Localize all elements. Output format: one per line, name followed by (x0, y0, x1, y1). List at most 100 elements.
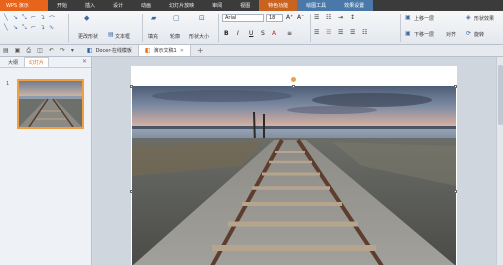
shape-gallery[interactable]: ╲ ↘ ⤡ ⌐ ↴ ⌒ ╲ ↘ ⤡ ⌐ ↴ ∿ (4, 14, 66, 40)
menu-home[interactable]: 开始 (48, 0, 76, 11)
redo-icon[interactable]: ↷ (57, 47, 68, 54)
app-menu-button[interactable]: WPS 演示 (0, 0, 48, 11)
preview-icon[interactable]: ◫ (34, 47, 46, 54)
customize-icon[interactable]: ▾ (68, 47, 77, 54)
outline-icon[interactable]: ▢ (173, 14, 180, 22)
menu-slideshow[interactable]: 幻灯片放映 (160, 0, 203, 11)
slide-thumbnail[interactable] (17, 79, 84, 129)
bold-icon[interactable]: B (224, 30, 229, 37)
shape-size-button[interactable]: 形状大小 (189, 33, 209, 40)
selection-handle[interactable] (130, 190, 133, 193)
textbox-button[interactable]: 文本框 (115, 33, 130, 40)
outline-button[interactable]: 轮廓 (170, 33, 180, 40)
slide-canvas[interactable] (130, 66, 457, 265)
rotate-button[interactable]: 旋转 (474, 31, 484, 38)
menu-design[interactable]: 设计 (104, 0, 132, 11)
new-tab-icon[interactable]: + (191, 46, 210, 55)
menu-insert[interactable]: 插入 (76, 0, 104, 11)
curve-shape-icon[interactable]: ⌒ (49, 14, 55, 23)
grow-font-icon[interactable]: A⁺ (286, 14, 293, 21)
menu-effects[interactable]: 效果设置 (335, 0, 374, 11)
arrow2-shape-icon[interactable]: ↘ (13, 24, 18, 31)
font-size-select[interactable]: 18 (266, 14, 283, 22)
line2-shape-icon[interactable]: ╲ (4, 24, 8, 31)
document-tab-bar: ▤ ▣ ⎙ ◫ ↶ ↷ ▾ ◧ Docer-在线模板 ◧ 演示文稿1 ✕ + (0, 45, 503, 57)
tab-outline[interactable]: 大纲 (4, 57, 22, 67)
font-color-icon[interactable]: A (272, 30, 276, 37)
shrink-font-icon[interactable]: A⁻ (297, 14, 304, 21)
connector-shape-icon[interactable]: ⌐ (31, 14, 36, 21)
underline-icon[interactable]: U (249, 30, 253, 37)
send-backward-button[interactable]: 下移一层 (414, 31, 434, 38)
ribbon-divider (400, 14, 401, 42)
numbering-icon[interactable]: ☷ (326, 14, 331, 21)
tab-label: Docer-在线模板 (95, 48, 132, 54)
railway-photo[interactable] (132, 86, 456, 265)
line-spacing-icon[interactable]: ↕ (350, 14, 355, 21)
scroll-thumb[interactable] (498, 65, 503, 125)
shadow-icon[interactable]: S (261, 30, 265, 37)
selection-handle[interactable] (454, 190, 457, 193)
bring-forward-icon: ▣ (405, 14, 411, 21)
menu-view[interactable]: 视图 (231, 0, 259, 11)
menu-bar: WPS 演示 开始 插入 设计 动画 幻灯片放映 审阅 视图 特色功能 绘图工具… (0, 0, 503, 11)
tab-docer-templates[interactable]: ◧ Docer-在线模板 (81, 45, 139, 56)
menu-animation[interactable]: 动画 (132, 0, 160, 11)
app-window: WPS 演示 开始 插入 设计 动画 幻灯片放映 审阅 视图 特色功能 绘图工具… (0, 0, 503, 265)
align-right-icon[interactable]: ☰ (338, 29, 343, 36)
send-backward-icon: ▣ (405, 30, 411, 37)
open-folder-icon[interactable]: ▤ (0, 47, 12, 54)
docer-icon: ◧ (86, 47, 93, 54)
close-icon[interactable]: ✕ (82, 58, 87, 65)
bullets-icon[interactable]: ☰ (314, 14, 319, 21)
fill-icon[interactable]: ▰ (151, 14, 156, 22)
edit-shape-icon[interactable]: ◆ (84, 14, 89, 22)
ribbon-divider (310, 14, 311, 42)
italic-icon[interactable]: I (237, 30, 239, 37)
indent-icon[interactable]: ⇥ (338, 14, 343, 21)
ribbon-divider (218, 14, 219, 42)
slide-editor (93, 57, 503, 265)
slide-panel: 大纲 幻灯片 ✕ 1 (0, 57, 92, 265)
menu-drawing-tools[interactable]: 绘图工具 (297, 0, 336, 11)
menu-review[interactable]: 审阅 (203, 0, 231, 11)
distribute-icon[interactable]: ☷ (362, 29, 367, 36)
char-spacing-icon[interactable]: ≡ (287, 30, 292, 37)
rotation-handle[interactable] (291, 77, 296, 82)
save-icon[interactable]: ▣ (12, 47, 24, 54)
shape-size-icon[interactable]: ⊡ (199, 14, 205, 22)
align-center-icon[interactable]: ☰ (326, 29, 331, 36)
tab-presentation[interactable]: ◧ 演示文稿1 ✕ (138, 45, 191, 56)
vertical-scrollbar[interactable] (496, 57, 503, 265)
tab-slides[interactable]: 幻灯片 (24, 57, 50, 67)
bring-forward-button[interactable]: 上移一层 (414, 15, 434, 22)
selection-handle[interactable] (292, 85, 295, 88)
connector2-shape-icon[interactable]: ⌐ (31, 24, 36, 31)
justify-icon[interactable]: ☰ (350, 29, 355, 36)
arrow-shape-icon[interactable]: ↘ (13, 14, 18, 21)
slide-number: 1 (6, 81, 10, 87)
photo-railway-image (132, 86, 456, 265)
freeform-shape-icon[interactable]: ∿ (49, 24, 54, 31)
menu-special-features[interactable]: 特色功能 (259, 0, 298, 11)
selection-handle[interactable] (130, 85, 133, 88)
change-shape-button[interactable]: 更改形状 (78, 33, 98, 40)
elbow2-shape-icon[interactable]: ↴ (40, 24, 45, 31)
font-name-select[interactable]: Arial (222, 14, 264, 22)
ribbon-divider (68, 14, 69, 42)
tab-label: 演示文稿1 (153, 48, 177, 54)
align-left-icon[interactable]: ☰ (314, 29, 319, 36)
shape-effect-button[interactable]: 形状效果 (474, 15, 494, 22)
selection-handle[interactable] (454, 85, 457, 88)
close-icon[interactable]: ✕ (180, 48, 184, 54)
double-arrow-shape-icon[interactable]: ⤡ (22, 14, 27, 22)
align-button[interactable]: 对齐 (446, 31, 456, 38)
elbow-shape-icon[interactable]: ↴ (40, 14, 45, 21)
double-arrow2-shape-icon[interactable]: ⤡ (22, 24, 27, 32)
shape-effect-icon: ◈ (466, 14, 471, 21)
line-shape-icon[interactable]: ╲ (4, 14, 8, 21)
textbox-icon: ▤ (108, 31, 114, 38)
undo-icon[interactable]: ↶ (46, 47, 57, 54)
fill-button[interactable]: 填充 (148, 33, 158, 40)
print-icon[interactable]: ⎙ (23, 47, 34, 55)
